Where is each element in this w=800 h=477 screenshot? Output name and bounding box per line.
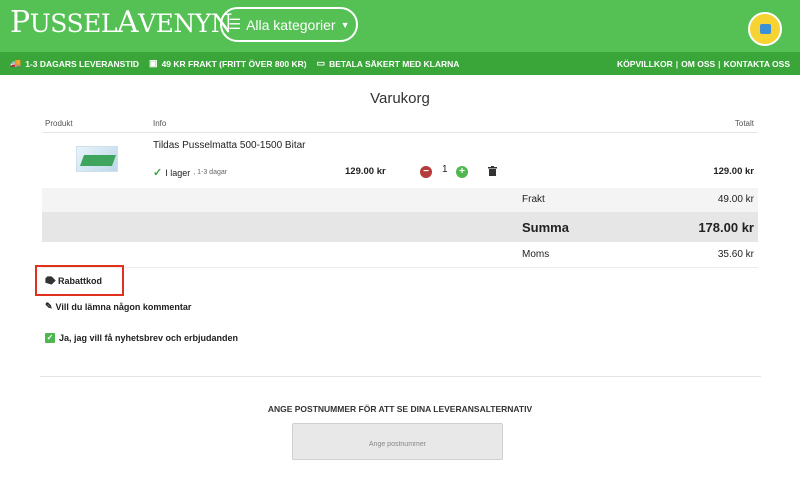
column-info: Info — [153, 119, 167, 128]
about-link[interactable]: OM OSS — [681, 59, 715, 69]
product-image[interactable] — [76, 146, 118, 172]
trash-icon[interactable] — [488, 166, 497, 176]
item-total: 129.00 kr — [713, 166, 754, 177]
column-product: Produkt — [45, 119, 73, 128]
vat-value: 35.60 kr — [717, 249, 754, 260]
postal-code-heading: ANGE POSTNUMMER FÖR ATT SE DINA LEVERANS… — [267, 404, 533, 414]
shipping-row: Frakt 49.00 kr — [42, 188, 758, 212]
credit-card-icon: ▭ — [316, 58, 326, 68]
unit-price: 129.00 kr — [345, 166, 386, 177]
delivery-info: 🚚 1-3 DAGARS LEVERANSTID — [10, 58, 140, 69]
total-value: 178.00 kr — [698, 220, 754, 235]
tag-icon — [43, 274, 56, 287]
increase-quantity-button[interactable]: + — [456, 166, 468, 178]
product-name[interactable]: Tildas Pusselmatta 500-1500 Bitar — [153, 140, 306, 151]
terms-link[interactable]: KÖPVILLKOR — [617, 59, 673, 69]
info-bar: 🚚 1-3 DAGARS LEVERANSTID ▣ 49 KR FRAKT (FR… — [0, 52, 800, 75]
info-links: KÖPVILLKOR | OM OSS | KONTAKTA OSS — [617, 58, 790, 69]
quantity-value: 1 — [442, 164, 448, 175]
caret-down-icon: ▼ — [340, 19, 350, 30]
newsletter-checkbox[interactable]: ✓ Ja, jag vill få nyhetsbrev och erbjuda… — [45, 333, 238, 343]
postal-code-input[interactable] — [292, 423, 503, 460]
lock-icon — [759, 24, 771, 34]
vat-row: Moms 35.60 kr — [42, 242, 758, 268]
hamburger-icon: ☰ — [228, 16, 242, 32]
page-title: Varukorg — [370, 90, 430, 107]
contact-link[interactable]: KONTAKTA OSS — [724, 59, 790, 69]
discount-code-toggle[interactable]: Rabattkod — [35, 265, 124, 296]
site-header: PUSSELAVENYN ☰ Alla kategorier ▼ — [0, 0, 800, 52]
truck-icon: 🚚 — [10, 58, 22, 68]
column-total: Totalt — [734, 119, 754, 128]
shipping-info: ▣ 49 KR FRAKT (FRITT ÖVER 800 KR) — [149, 58, 307, 69]
cart-item-row: Tildas Pusselmatta 500-1500 Bitar ✓ I la… — [42, 133, 758, 188]
checkbox-checked-icon: ✓ — [45, 333, 55, 343]
shipping-value: 49.00 kr — [717, 194, 754, 205]
decrease-quantity-button[interactable]: − — [420, 166, 432, 178]
divider — [40, 376, 761, 377]
site-logo[interactable]: PUSSELAVENYN — [10, 6, 233, 41]
box-icon: ▣ — [149, 58, 158, 68]
cart-table-header: Produkt Info Totalt — [42, 116, 758, 133]
comment-toggle[interactable]: ✎ Vill du lämna någon kommentar — [45, 301, 191, 312]
check-icon: ✓ — [153, 167, 163, 179]
all-categories-button[interactable]: ☰ Alla kategorier ▼ — [220, 7, 358, 42]
trust-badge — [748, 12, 782, 46]
stock-status: ✓ I lager , 1-3 dagar — [153, 167, 228, 179]
all-categories-label: Alla kategorier — [246, 16, 336, 33]
edit-icon: ✎ — [45, 301, 53, 311]
payment-info: ▭ BETALA SÄKERT MED KLARNA — [316, 58, 460, 69]
total-row: Summa 178.00 kr — [42, 212, 758, 242]
